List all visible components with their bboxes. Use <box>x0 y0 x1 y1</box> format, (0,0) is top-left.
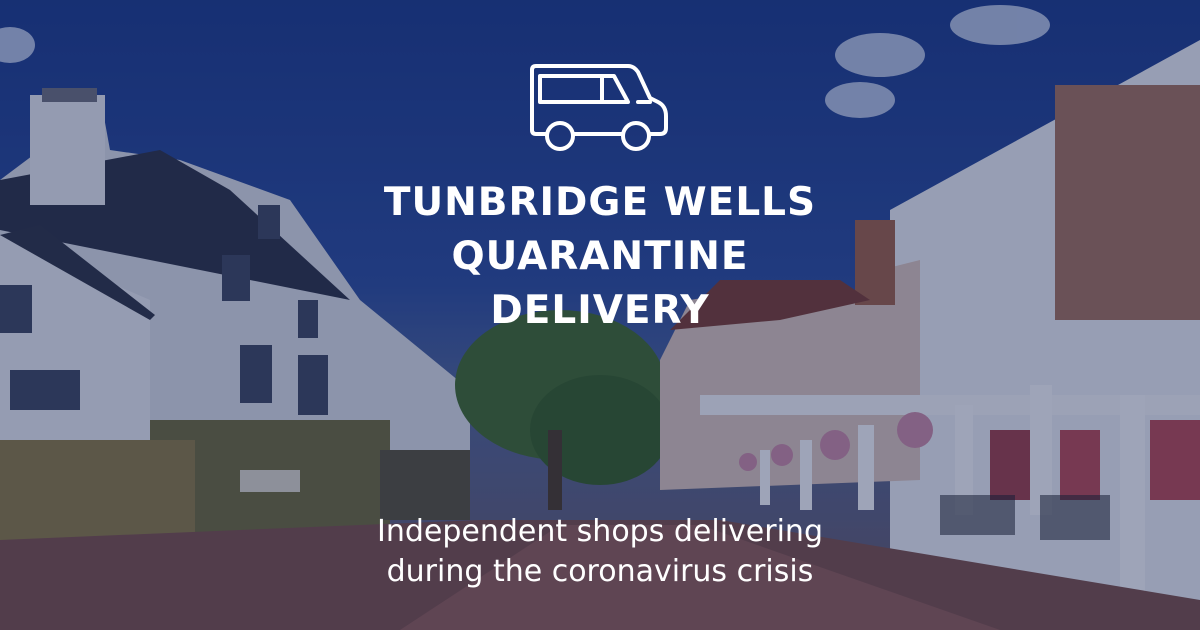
subtitle-line-1: Independent shops delivering <box>376 514 823 549</box>
title-line-2: QUARANTINE <box>451 234 749 279</box>
subtitle-line-2: during the coronavirus crisis <box>386 554 814 589</box>
share-card: TUNBRIDGE WELLS QUARANTINE DELIVERY Inde… <box>0 0 1200 630</box>
delivery-van-icon <box>528 62 672 156</box>
title-line-3: DELIVERY <box>490 288 710 333</box>
subtitle: Independent shops delivering during the … <box>250 512 950 592</box>
page-title: TUNBRIDGE WELLS QUARANTINE DELIVERY <box>300 176 900 338</box>
title-line-1: TUNBRIDGE WELLS <box>383 180 817 225</box>
